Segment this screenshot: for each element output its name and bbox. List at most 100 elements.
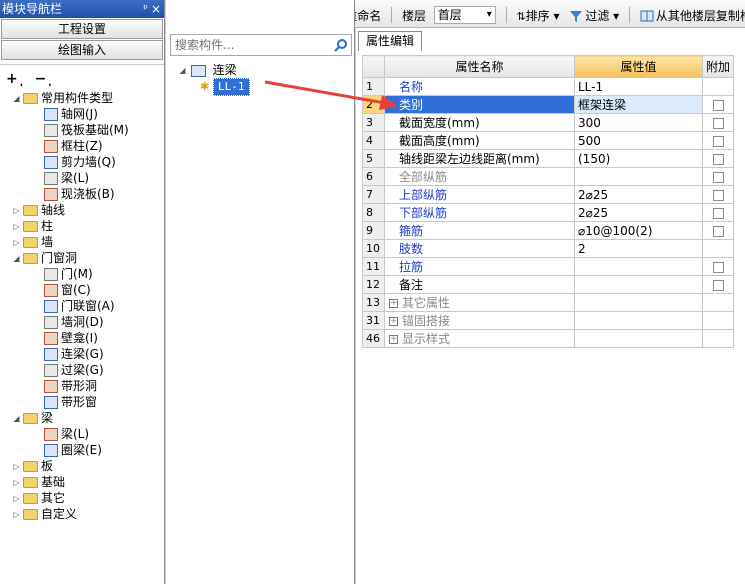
tree-node-root[interactable]: ◢ 连梁 [178,62,250,78]
property-row[interactable]: 46 + 显示样式 [362,329,735,348]
collapse-icon[interactable]: ◢ [12,414,21,423]
tree-item[interactable]: 筏板基础(M) [0,122,164,138]
close-icon[interactable]: × [151,0,161,18]
property-row[interactable]: 1 名称 LL-1 [362,77,735,96]
property-row[interactable]: 8 下部纵筋 2⌀25 [362,203,735,222]
property-value-cell[interactable] [574,275,703,294]
additional-checkbox[interactable] [712,153,724,165]
property-value-cell[interactable]: ⌀10@100(2) [574,221,703,240]
tree-node-ll1[interactable]: ✱ LL-1 [178,78,250,96]
tree-item[interactable]: 连梁(G) [0,346,164,362]
property-value-cell[interactable]: 2⌀25 [574,203,703,222]
tree-folder[interactable]: ▷ 柱 [0,218,164,234]
expand-icon[interactable]: ▷ [12,462,21,471]
tree-item[interactable]: 门(M) [0,266,164,282]
property-row[interactable]: 5 轴线距梁左边线距离(mm) (150) [362,149,735,168]
tree-item[interactable]: 带形窗 [0,394,164,410]
tree-item[interactable]: 梁(L) [0,426,164,442]
additional-checkbox[interactable] [712,171,724,183]
tree-folder[interactable]: ▷ 其它 [0,490,164,506]
tree-node-label: 梁(L) [61,427,90,441]
property-value-cell[interactable] [574,257,703,276]
tree-folder[interactable]: ▷ 轴线 [0,202,164,218]
property-value-cell[interactable]: 2⌀25 [574,185,703,204]
additional-checkbox[interactable] [712,261,724,273]
tree-folder[interactable]: ▷ 板 [0,458,164,474]
drawing-input-button[interactable]: 绘图输入 [1,40,163,60]
tree-item[interactable]: 梁(L) [0,170,164,186]
component-search-input[interactable] [170,34,352,56]
expand-group-icon[interactable]: + [389,335,398,344]
property-row[interactable]: 31 + 锚固搭接 [362,311,735,330]
tree-item[interactable]: 轴网(J) [0,106,164,122]
expand-all-icon[interactable]: +ͺ [6,71,25,87]
expand-icon[interactable]: ▷ [12,222,21,231]
expand-icon[interactable]: ▷ [12,206,21,215]
property-value-cell[interactable]: 500 [574,131,703,150]
property-row[interactable]: 10 肢数 2 [362,239,735,258]
additional-checkbox[interactable] [712,135,724,147]
expand-group-icon[interactable]: + [389,317,398,326]
additional-checkbox[interactable] [712,225,724,237]
property-row[interactable]: 2 类别 框架连梁 [362,95,735,114]
tree-folder[interactable]: ◢ 常用构件类型 [0,90,164,106]
expand-icon[interactable]: ▷ [12,238,21,247]
header-property-name[interactable]: 属性名称 [384,55,575,78]
property-value-cell[interactable] [574,167,703,186]
collapse-icon[interactable]: ◢ [12,254,21,263]
expand-icon[interactable]: ▷ [12,494,21,503]
property-value-cell[interactable]: (150) [574,149,703,168]
property-value-cell[interactable]: 框架连梁 [574,95,703,114]
tree-folder[interactable]: ▷ 墙 [0,234,164,250]
tree-item[interactable]: 圈梁(E) [0,442,164,458]
additional-checkbox[interactable] [712,117,724,129]
property-value-cell[interactable] [574,311,703,330]
tree-folder[interactable]: ▷ 基础 [0,474,164,490]
copy-from-floor-button[interactable]: 从其他楼层复制构件 [640,7,745,24]
property-row[interactable]: 6 全部纵筋 [362,167,735,186]
tree-folder[interactable]: ▷ 自定义 [0,506,164,522]
property-value-cell[interactable]: 300 [574,113,703,132]
tree-item[interactable]: 墙洞(D) [0,314,164,330]
tree-item[interactable]: 框柱(Z) [0,138,164,154]
tree-item[interactable]: 窗(C) [0,282,164,298]
tree-item[interactable]: 带形洞 [0,378,164,394]
pin-icon[interactable]: ᵖ [143,0,148,18]
tree-folder[interactable]: ◢ 门窗洞 [0,250,164,266]
tree-item[interactable]: 剪力墙(Q) [0,154,164,170]
additional-checkbox[interactable] [712,207,724,219]
property-row[interactable]: 7 上部纵筋 2⌀25 [362,185,735,204]
project-settings-button[interactable]: 工程设置 [1,19,163,39]
property-row[interactable]: 11 拉筋 [362,257,735,276]
header-property-value[interactable]: 属性值 [574,55,703,78]
header-additional[interactable]: 附加 [701,55,735,78]
search-icon[interactable] [334,38,348,52]
property-row[interactable]: 9 箍筋 ⌀10@100(2) [362,221,735,240]
expand-icon[interactable]: ▷ [12,510,21,519]
property-value-cell[interactable]: 2 [574,239,703,258]
filter-button[interactable]: 过滤 ▾ [569,7,619,24]
additional-checkbox[interactable] [712,99,724,111]
tree-item[interactable]: 门联窗(A) [0,298,164,314]
tab-property-edit[interactable]: 属性编辑 [358,31,422,51]
tree-folder[interactable]: ◢ 梁 [0,410,164,426]
additional-checkbox[interactable] [712,279,724,291]
property-row[interactable]: 13 + 其它属性 [362,293,735,312]
collapse-icon[interactable]: ◢ [12,94,21,103]
property-value-cell[interactable]: LL-1 [574,77,703,96]
tree-item[interactable]: 过梁(G) [0,362,164,378]
additional-checkbox[interactable] [712,189,724,201]
expand-group-icon[interactable]: + [389,299,398,308]
sort-button[interactable]: ⇅排序 ▾ [516,7,559,24]
property-value-cell[interactable] [574,329,703,348]
collapse-all-icon[interactable]: −ͺ [35,71,54,87]
expand-icon[interactable]: ▷ [12,478,21,487]
property-row[interactable]: 3 截面宽度(mm) 300 [362,113,735,132]
tree-item[interactable]: 现浇板(B) [0,186,164,202]
collapse-toggle-icon[interactable]: ◢ [178,66,187,75]
property-row[interactable]: 4 截面高度(mm) 500 [362,131,735,150]
property-value-cell[interactable] [574,293,703,312]
tree-item[interactable]: 壁龛(I) [0,330,164,346]
floor-select[interactable]: 首层 [433,6,496,24]
property-row[interactable]: 12 备注 [362,275,735,294]
